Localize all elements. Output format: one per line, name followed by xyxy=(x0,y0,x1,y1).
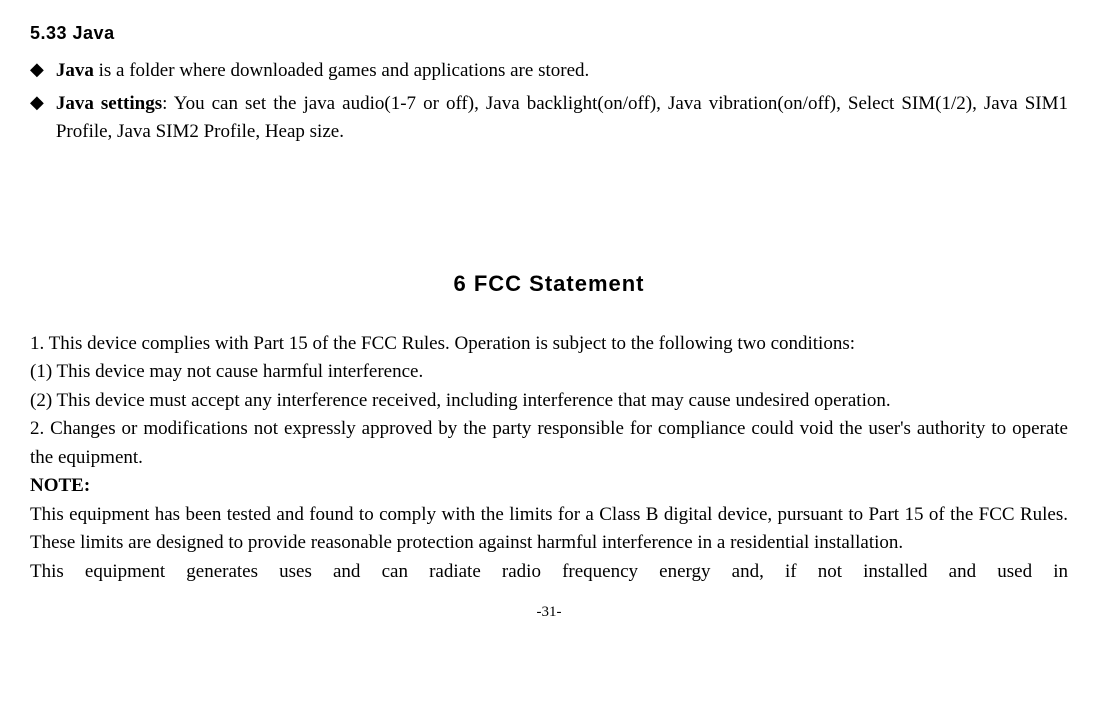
bullet-bold: Java xyxy=(56,60,94,81)
paragraph: (1) This device may not cause harmful in… xyxy=(30,358,1068,387)
bullet-rest: : You can set the java audio(1-7 or off)… xyxy=(56,93,1068,143)
list-item: ◆ Java is a folder where downloaded game… xyxy=(30,57,1068,86)
page-number: -31- xyxy=(30,601,1068,624)
bullet-text: Java is a folder where downloaded games … xyxy=(56,57,1068,86)
paragraph: This equipment has been tested and found… xyxy=(30,501,1068,558)
chapter-heading: 6 FCC Statement xyxy=(30,267,1068,300)
bullet-list: ◆ Java is a folder where downloaded game… xyxy=(30,57,1068,147)
paragraph: This equipment generates uses and can ra… xyxy=(30,558,1068,587)
diamond-bullet-icon: ◆ xyxy=(30,90,44,115)
bullet-bold: Java settings xyxy=(56,93,162,114)
section-heading: 5.33 Java xyxy=(30,20,1068,47)
note-label: NOTE: xyxy=(30,472,1068,501)
paragraph: 1. This device complies with Part 15 of … xyxy=(30,330,1068,359)
paragraph: (2) This device must accept any interfer… xyxy=(30,387,1068,416)
list-item: ◆ Java settings: You can set the java au… xyxy=(30,90,1068,147)
bullet-text: Java settings: You can set the java audi… xyxy=(56,90,1068,147)
paragraph: 2. Changes or modifications not expressl… xyxy=(30,415,1068,472)
bullet-rest: is a folder where downloaded games and a… xyxy=(94,60,589,81)
diamond-bullet-icon: ◆ xyxy=(30,57,44,82)
